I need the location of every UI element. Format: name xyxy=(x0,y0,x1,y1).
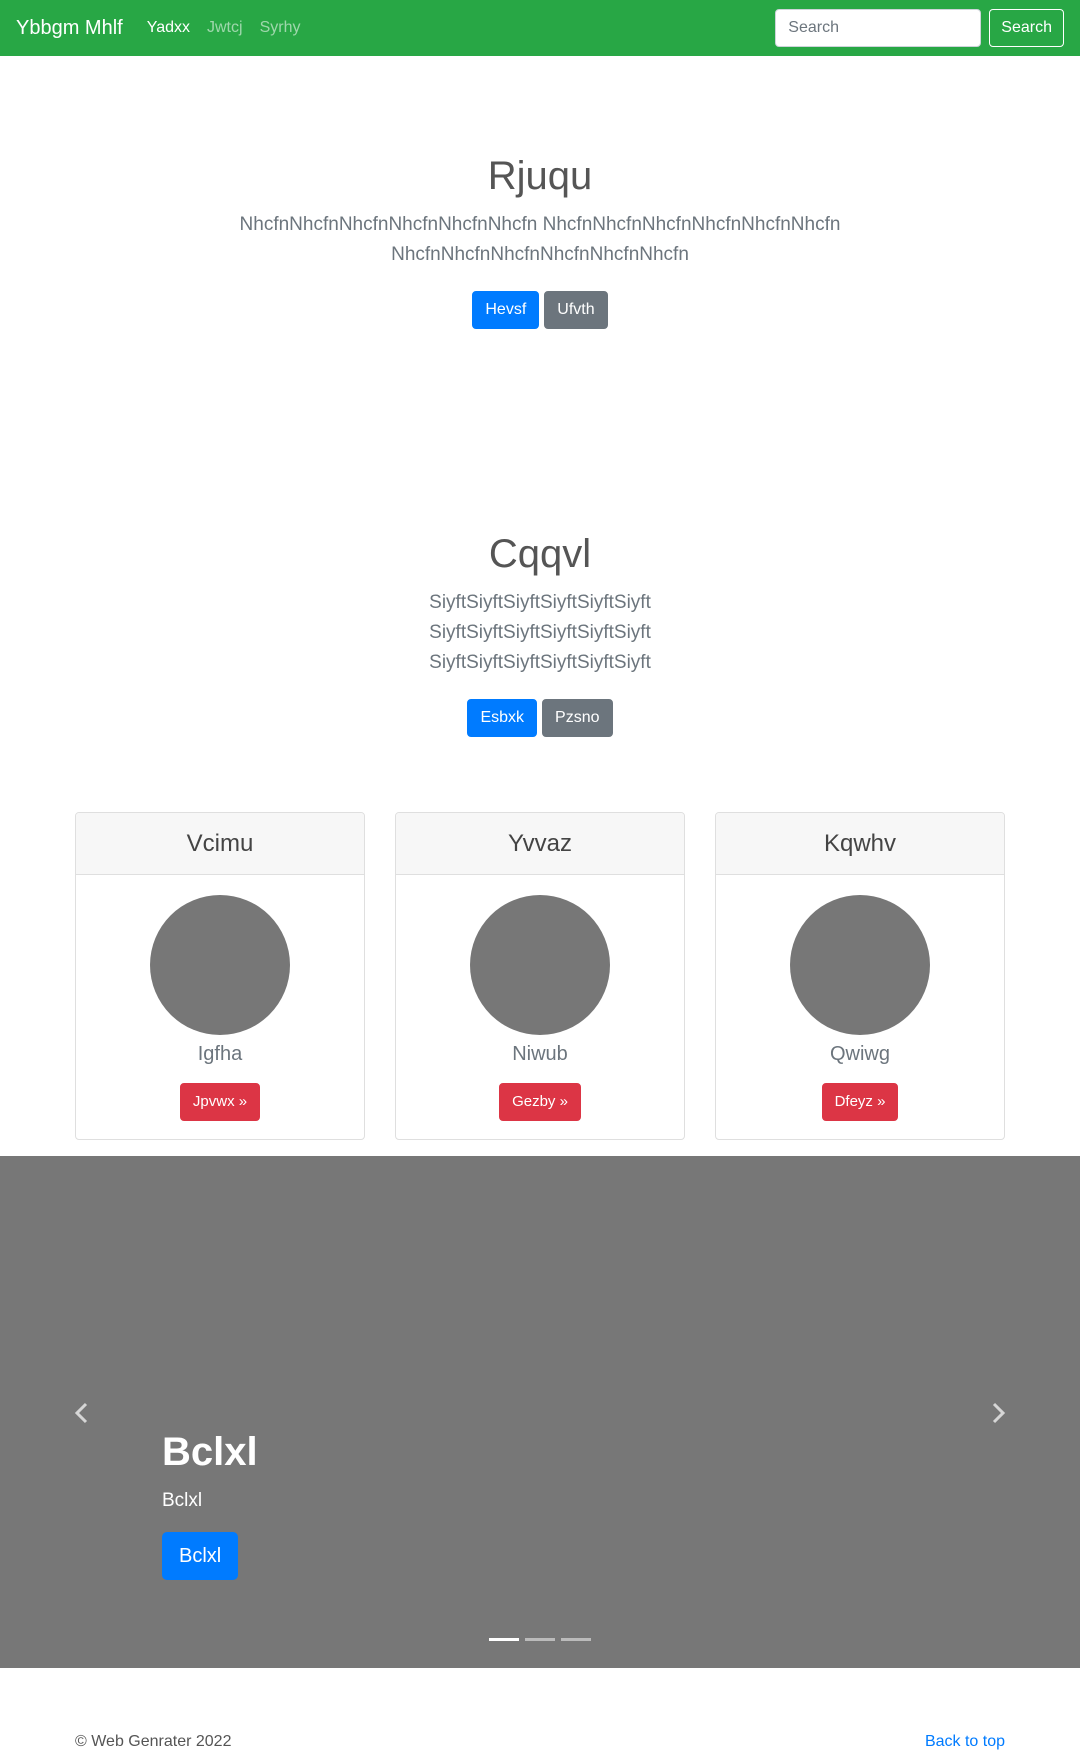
footer-copyright: © Web Genrater 2022 xyxy=(75,1733,232,1750)
profile-card: Kqwhv Qwiwg Dfeyz » xyxy=(715,812,1005,1140)
avatar xyxy=(470,895,610,1035)
card-header: Yvvaz xyxy=(396,813,684,875)
search-button[interactable]: Search xyxy=(989,9,1064,47)
profile-card: Yvvaz Niwub Gezby » xyxy=(395,812,685,1140)
hero-actions: Esbxk Pzsno xyxy=(0,699,1080,737)
carousel-indicator[interactable] xyxy=(489,1638,519,1641)
card-body: Qwiwg Dfeyz » xyxy=(716,875,1004,1121)
hero-title: Rjuqu xyxy=(487,154,593,198)
hero-section-1: Rjuqu NhcfnNhcfnNhcfnNhcfnNhcfnNhcfn Nhc… xyxy=(0,152,1080,329)
profile-card: Vcimu Igfha Jpvwx » xyxy=(75,812,365,1140)
brand-link[interactable]: Ybbgm Mhlf xyxy=(16,17,123,40)
avatar xyxy=(790,895,930,1035)
card-button[interactable]: Gezby » xyxy=(499,1083,581,1121)
carousel-button[interactable]: Bclxl xyxy=(162,1532,239,1580)
hero-secondary-button[interactable]: Pzsno xyxy=(542,699,613,737)
hero-actions: Hevsf Ufvth xyxy=(0,291,1080,329)
search-input[interactable] xyxy=(775,9,982,47)
chevron-left-icon[interactable] xyxy=(66,1398,96,1428)
hero-text: NhcfnNhcfnNhcfnNhcfnNhcfnNhcfn NhcfnNhcf… xyxy=(239,214,841,265)
hero-section-2: Cqqvl SiyftSiyftSiyftSiyftSiyftSiyft Siy… xyxy=(0,530,1080,737)
back-to-top-link[interactable]: Back to top xyxy=(925,1733,1005,1751)
card-header: Vcimu xyxy=(76,813,364,875)
hero-title: Cqqvl xyxy=(488,532,592,576)
hero-secondary-button[interactable]: Ufvth xyxy=(544,291,608,329)
chevron-right-icon[interactable] xyxy=(984,1398,1014,1428)
carousel-indicator[interactable] xyxy=(525,1638,555,1641)
card-name: Igfha xyxy=(197,1043,243,1065)
carousel-text: Bclxl xyxy=(162,1490,203,1511)
card-button[interactable]: Dfeyz » xyxy=(821,1083,899,1121)
card-body: Niwub Gezby » xyxy=(396,875,684,1121)
nav-link-syrhy[interactable]: Syrhy xyxy=(260,19,301,37)
nav-link-jwtcj[interactable]: Jwtcj xyxy=(207,19,243,37)
carousel-indicator[interactable] xyxy=(561,1638,591,1641)
hero-primary-button[interactable]: Hevsf xyxy=(472,291,540,329)
carousel-caption: Bclxl Bclxl Bclxl xyxy=(162,1428,258,1580)
hero-text: SiyftSiyftSiyftSiyftSiyftSiyft SiyftSiyf… xyxy=(429,592,651,673)
card-body: Igfha Jpvwx » xyxy=(76,875,364,1121)
nav-link-yadxx[interactable]: Yadxx xyxy=(147,19,190,37)
hero-primary-button[interactable]: Esbxk xyxy=(467,699,538,737)
carousel: Bclxl Bclxl Bclxl xyxy=(0,1156,1080,1668)
card-header: Kqwhv xyxy=(716,813,1004,875)
carousel-title: Bclxl xyxy=(162,1430,258,1474)
card-name: Qwiwg xyxy=(829,1043,890,1065)
avatar xyxy=(150,895,290,1035)
navbar: Ybbgm Mhlf Yadxx Jwtcj Syrhy Search xyxy=(0,0,1080,56)
card-name: Niwub xyxy=(512,1043,568,1065)
carousel-indicators xyxy=(0,1638,1080,1641)
card-button[interactable]: Jpvwx » xyxy=(179,1083,261,1121)
